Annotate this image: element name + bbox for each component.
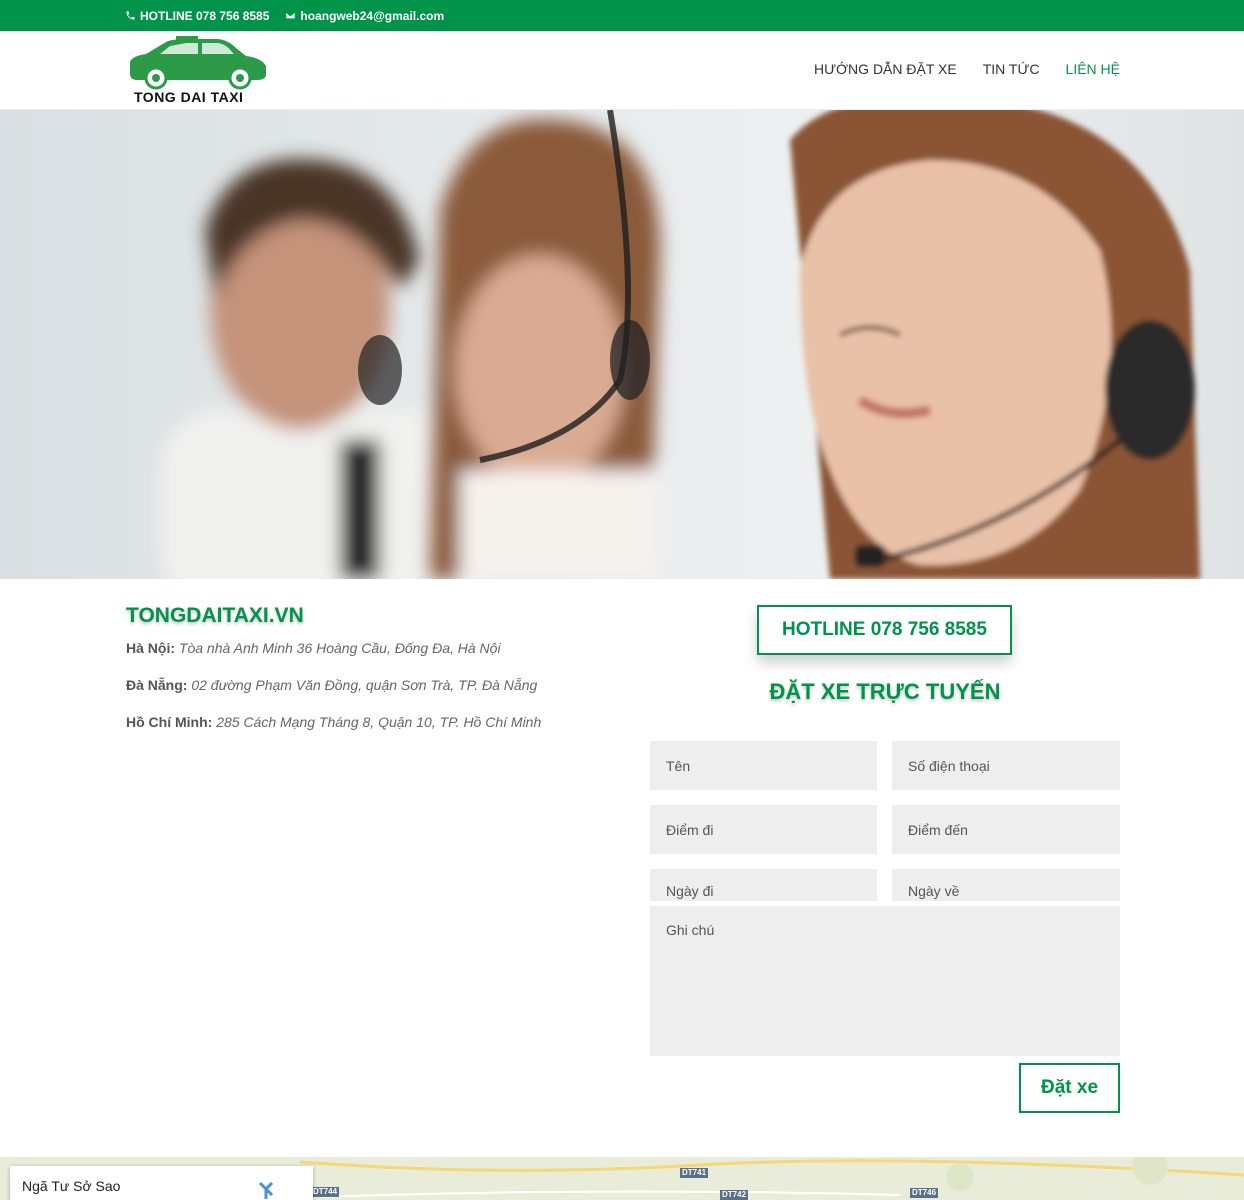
nav-item-news[interactable]: TIN TỨC — [983, 61, 1040, 77]
hero-image — [0, 110, 1244, 579]
phone-input[interactable]: Số điện thoại — [892, 741, 1120, 790]
address-hcm: Hồ Chí Minh: 285 Cách Mạng Tháng 8, Quận… — [126, 714, 541, 730]
address-hanoi: Hà Nội: Tòa nhà Anh Minh 36 Hoàng Cầu, Đ… — [126, 640, 501, 656]
address-danang: Đà Nẵng: 02 đường Phạm Văn Đồng, quận Sơ… — [126, 677, 537, 693]
address-city: Hà Nội: — [126, 640, 175, 656]
site-logo[interactable]: TONG DAI TAXI — [126, 34, 268, 106]
address-city: Đà Nẵng: — [126, 677, 188, 693]
road-label: DT746 — [910, 1188, 939, 1198]
email-icon — [285, 11, 296, 20]
map-place-name: Ngã Tư Sở Sao — [22, 1178, 121, 1194]
directions-icon[interactable] — [256, 1179, 276, 1199]
site-header: TONG DAI TAXI HƯỚNG DẪN ĐẶT XE TIN TỨC L… — [0, 31, 1244, 110]
address-text: Tòa nhà Anh Minh 36 Hoàng Cầu, Đống Đa, … — [178, 640, 501, 656]
submit-booking-button[interactable]: Đặt xe — [1019, 1063, 1120, 1113]
map-place-card[interactable]: Ngã Tư Sở Sao — [10, 1166, 313, 1200]
topbar-email[interactable]: hoangweb24@gmail.com — [285, 9, 444, 23]
top-bar: HOTLINE 078 756 8585 hoangweb24@gmail.co… — [0, 0, 1244, 31]
road-label: DT744 — [311, 1187, 340, 1197]
nav-item-contact[interactable]: LIÊN HỆ — [1066, 61, 1120, 77]
address-city: Hồ Chí Minh: — [126, 714, 213, 730]
depart-date-input[interactable]: Ngày đi — [650, 869, 877, 901]
pickup-input[interactable]: Điểm đi — [650, 805, 877, 854]
road-label: DT742 — [720, 1190, 749, 1200]
address-text: 02 đường Phạm Văn Đồng, quận Sơn Trà, TP… — [191, 677, 538, 693]
note-textarea[interactable]: Ghi chú — [650, 906, 1120, 1056]
main-nav: HƯỚNG DẪN ĐẶT XE TIN TỨC LIÊN HỆ — [814, 61, 1120, 77]
contact-section: TONGDAITAXI.VN Hà Nội: Tòa nhà Anh Minh … — [0, 579, 1244, 1157]
hotline-button[interactable]: HOTLINE 078 756 8585 — [757, 605, 1012, 655]
nav-item-booking-guide[interactable]: HƯỚNG DẪN ĐẶT XE — [814, 61, 957, 77]
topbar-hotline[interactable]: HOTLINE 078 756 8585 — [125, 9, 269, 23]
brand-title: TONGDAITAXI.VN — [126, 604, 304, 627]
return-date-input[interactable]: Ngày về — [892, 869, 1120, 901]
map-embed[interactable]: DT744 DT741 DT742 DT746 Ngã Tư Sở Sao — [0, 1157, 1244, 1200]
address-text: 285 Cách Mạng Tháng 8, Quận 10, TP. Hồ C… — [216, 714, 542, 730]
topbar-email-text: hoangweb24@gmail.com — [300, 8, 445, 23]
logo-text: TONG DAI TAXI — [134, 89, 244, 105]
topbar-hotline-text: HOTLINE 078 756 8585 — [140, 8, 270, 23]
road-label: DT741 — [680, 1168, 709, 1178]
destination-input[interactable]: Điểm đến — [892, 805, 1120, 854]
name-input[interactable]: Tên — [650, 741, 877, 790]
booking-form-title: ĐẶT XE TRỰC TUYẾN — [769, 679, 1001, 704]
hero-illustration — [160, 110, 1200, 579]
phone-icon — [126, 11, 135, 20]
taxi-car-icon — [130, 36, 266, 90]
